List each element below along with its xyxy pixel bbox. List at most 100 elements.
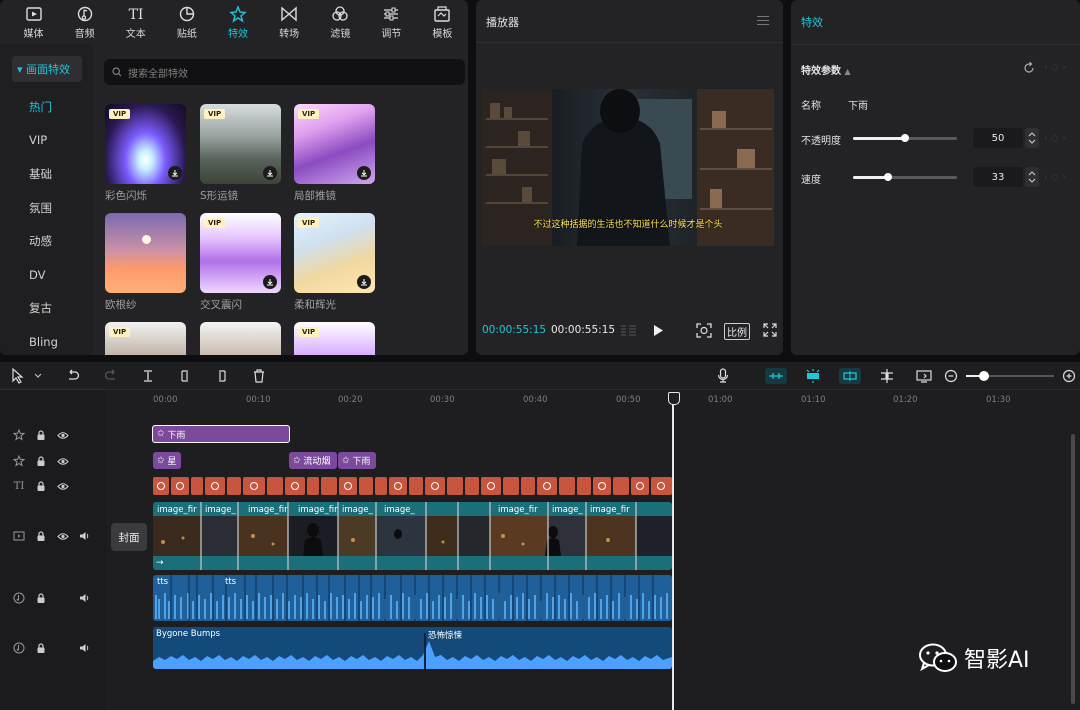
download-icon[interactable]: [357, 166, 371, 180]
tab-text[interactable]: TI 文本: [110, 0, 161, 44]
vertical-scrollbar[interactable]: [1071, 434, 1075, 704]
lock-icon[interactable]: [34, 641, 48, 655]
visibility-icon[interactable]: [56, 454, 70, 468]
sidebar-item-retro[interactable]: 复古: [0, 292, 93, 326]
speed-input[interactable]: 33: [973, 167, 1023, 187]
zoom-slider-knob[interactable]: [979, 371, 989, 381]
download-icon[interactable]: [357, 275, 371, 289]
tab-adjust[interactable]: 调节: [366, 0, 417, 44]
slider-knob[interactable]: [901, 134, 909, 142]
effect-card[interactable]: 欧根纱: [105, 213, 186, 312]
split-icon[interactable]: [141, 368, 155, 384]
keyframe-prev-icon[interactable]: ‹ ◇ ›: [1044, 62, 1066, 73]
opacity-slider[interactable]: [853, 134, 957, 142]
tab-template[interactable]: 模板: [417, 0, 468, 44]
download-icon[interactable]: [168, 166, 182, 180]
ratio-button[interactable]: 比例: [724, 323, 750, 340]
zoom-in-icon[interactable]: [1062, 368, 1076, 384]
effect-card[interactable]: VIP S形运镜: [200, 104, 281, 203]
sidebar-item-basic[interactable]: 基础: [0, 157, 93, 191]
sidebar-item-hot[interactable]: 热门: [0, 90, 93, 124]
align-icon[interactable]: [879, 368, 895, 384]
microphone-icon[interactable]: [716, 368, 730, 384]
zoom-out-icon[interactable]: [944, 368, 958, 384]
reset-icon[interactable]: [1023, 62, 1035, 74]
zoom-slider[interactable]: [966, 371, 1054, 381]
tab-media[interactable]: 媒体: [8, 0, 59, 44]
undo-icon[interactable]: [66, 368, 80, 384]
link-toggle-icon[interactable]: [802, 368, 824, 384]
time-ruler[interactable]: 00:00 00:10 00:20 00:30 00:40 00:50 01:0…: [108, 390, 1080, 410]
volume-icon[interactable]: [78, 529, 92, 543]
effect-card[interactable]: VIP 柔和辉光: [294, 213, 375, 312]
redo-icon[interactable]: [104, 368, 118, 384]
visibility-icon[interactable]: [56, 428, 70, 442]
preview-icon[interactable]: [916, 368, 932, 384]
sidebar-item-dynamic[interactable]: 动感: [0, 224, 93, 258]
select-tool-icon[interactable]: [10, 368, 28, 384]
tab-sticker[interactable]: 贴纸: [161, 0, 212, 44]
speed-slider[interactable]: [853, 173, 957, 181]
chevron-down-icon[interactable]: [33, 368, 43, 384]
tab-transition[interactable]: 转场: [264, 0, 315, 44]
effect-card[interactable]: VIP: [294, 322, 375, 355]
section-title[interactable]: 特效参数 ▲: [801, 62, 851, 77]
effect-thumbnail: VIP: [294, 104, 375, 184]
effect-card[interactable]: [200, 322, 281, 355]
slider-knob[interactable]: [884, 173, 892, 181]
effect-card[interactable]: VIP: [105, 322, 186, 355]
lock-icon[interactable]: [34, 428, 48, 442]
sidebar-header[interactable]: ▾ 画面特效: [12, 56, 82, 82]
cover-button[interactable]: 封面: [111, 523, 147, 551]
sidebar-item-atmosphere[interactable]: 氛围: [0, 191, 93, 225]
download-icon[interactable]: [263, 166, 277, 180]
volume-icon[interactable]: [78, 641, 92, 655]
effect-clip[interactable]: ✩ 下雨: [338, 452, 376, 469]
tab-effects[interactable]: 特效: [212, 0, 263, 44]
audio-track-music[interactable]: Bygone Bumps 恐怖惊悚: [153, 627, 672, 669]
text-track-clips[interactable]: [153, 477, 672, 495]
lock-icon[interactable]: [34, 454, 48, 468]
effect-clip[interactable]: ✩ 星: [153, 452, 181, 469]
menu-icon[interactable]: [757, 16, 769, 25]
delete-icon[interactable]: [252, 368, 266, 384]
effect-clip[interactable]: ✩ 流动烟: [289, 452, 337, 469]
vip-badge: VIP: [109, 327, 131, 337]
effect-card[interactable]: VIP 彩色闪烁: [105, 104, 186, 203]
download-icon[interactable]: [263, 275, 277, 289]
visibility-icon[interactable]: [56, 479, 70, 493]
video-clip-label: image_fir: [248, 505, 288, 515]
snap-toggle-icon[interactable]: [765, 368, 787, 384]
effect-card[interactable]: VIP 局部推镜: [294, 104, 375, 203]
video-preview[interactable]: 不过这种括据的生活也不知道什么时候才是个头: [482, 89, 774, 246]
tab-audio[interactable]: 音频: [59, 0, 110, 44]
search-input[interactable]: 搜索全部特效: [104, 59, 465, 85]
trim-right-icon[interactable]: [215, 368, 229, 384]
keyframe-icon[interactable]: ‹ ◇ ›: [1044, 133, 1066, 144]
speed-stepper[interactable]: [1025, 167, 1039, 187]
waveform-icon[interactable]: [620, 324, 638, 337]
keyframe-icon[interactable]: ‹ ◇ ›: [1044, 172, 1066, 183]
sidebar-item-bling[interactable]: Bling: [0, 325, 93, 355]
opacity-input[interactable]: 50: [973, 128, 1023, 148]
trim-left-icon[interactable]: [178, 368, 192, 384]
lock-icon[interactable]: [34, 529, 48, 543]
sidebar-item-dv[interactable]: DV: [0, 258, 93, 292]
playhead[interactable]: [669, 392, 678, 710]
volume-icon[interactable]: [78, 591, 92, 605]
visibility-icon[interactable]: [56, 529, 70, 543]
lock-icon[interactable]: [34, 591, 48, 605]
play-icon[interactable]: [652, 324, 664, 337]
tab-filter[interactable]: 滤镜: [315, 0, 366, 44]
screenshot-icon[interactable]: [696, 323, 712, 338]
video-track[interactable]: image_fir image_ image_fir image_fir ima…: [153, 502, 672, 570]
lock-icon[interactable]: [34, 479, 48, 493]
audio-track-tts[interactable]: tts tts: [153, 575, 672, 621]
effect-clip[interactable]: ✩ 下雨: [152, 425, 290, 443]
sidebar-item-vip[interactable]: VIP: [0, 124, 93, 158]
fullscreen-icon[interactable]: [763, 323, 777, 337]
preview-axis-icon[interactable]: [839, 368, 861, 384]
opacity-stepper[interactable]: [1025, 128, 1039, 148]
watermark: 智影AI: [918, 642, 1030, 674]
effect-card[interactable]: VIP 交叉震闪: [200, 213, 281, 312]
